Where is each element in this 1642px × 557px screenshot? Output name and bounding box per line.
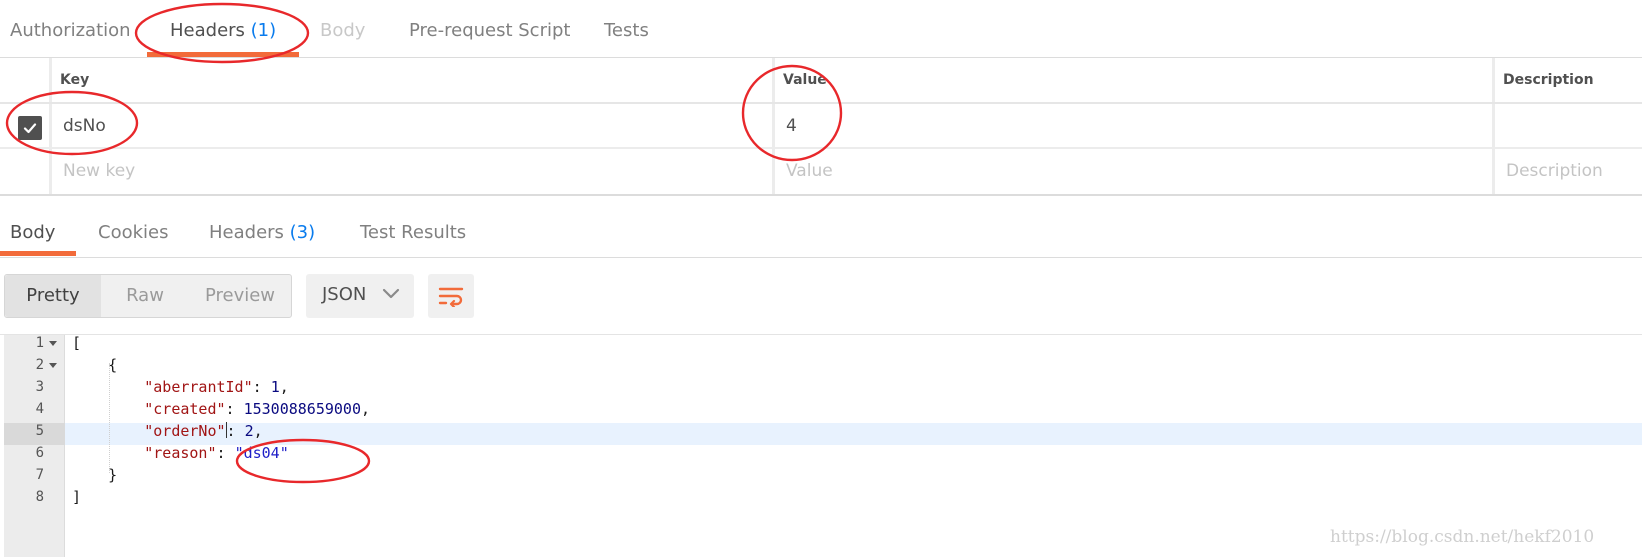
format-select[interactable]: JSON bbox=[306, 274, 414, 318]
tab-label: Cookies bbox=[98, 222, 169, 243]
tab-tests[interactable]: Tests bbox=[604, 20, 649, 41]
code-line: 3 "aberrantId": 1, bbox=[0, 376, 1642, 398]
line-number: 5 bbox=[35, 423, 44, 439]
column-header-key: Key bbox=[60, 72, 90, 88]
json-value: 1530088659000 bbox=[243, 400, 361, 418]
tab-count: (3) bbox=[289, 222, 316, 243]
line-number: 6 bbox=[35, 445, 44, 461]
json-value: 2 bbox=[244, 422, 254, 440]
tab-response-body[interactable]: Body bbox=[10, 222, 55, 243]
tab-label: Tests bbox=[604, 20, 649, 41]
checkmark-icon bbox=[23, 123, 37, 134]
tab-label: Test Results bbox=[360, 222, 467, 243]
table-row: dsNo 4 bbox=[0, 104, 1642, 149]
code-line: 6 "reason": "ds04" bbox=[0, 442, 1642, 464]
tab-headers[interactable]: Headers (1) bbox=[170, 20, 276, 41]
column-divider bbox=[772, 104, 775, 147]
tab-cookies[interactable]: Cookies bbox=[98, 222, 168, 243]
column-header-value: Value bbox=[783, 72, 827, 88]
active-tab-indicator bbox=[147, 52, 299, 57]
new-description-input[interactable]: Description bbox=[1506, 161, 1603, 181]
wrap-lines-button[interactable] bbox=[428, 274, 474, 318]
json-key: "reason" bbox=[144, 444, 217, 462]
column-divider bbox=[49, 104, 52, 147]
tab-label: Pre-request Script bbox=[409, 20, 571, 41]
wrap-lines-icon bbox=[438, 287, 464, 307]
line-number: 8 bbox=[35, 489, 44, 505]
line-number: 2 bbox=[35, 357, 44, 373]
watermark: https://blog.csdn.net/hekf2010 bbox=[1330, 527, 1595, 547]
tab-label: Authorization bbox=[10, 20, 131, 41]
code-line: 4 "created": 1530088659000, bbox=[0, 398, 1642, 420]
new-header-row: New key Value Description bbox=[0, 149, 1642, 194]
line-number: 7 bbox=[35, 467, 44, 483]
request-tabs: Authorization Headers (1) Body Pre-reque… bbox=[0, 0, 1642, 58]
code-line: 7 } bbox=[0, 464, 1642, 486]
column-divider bbox=[772, 149, 775, 194]
table-header-row: Key Value Description bbox=[0, 58, 1642, 104]
tab-label: Body bbox=[320, 20, 366, 41]
tab-label: Headers bbox=[209, 222, 284, 243]
preview-button[interactable]: Preview bbox=[189, 275, 291, 317]
line-number: 3 bbox=[35, 379, 44, 395]
json-value: "ds04" bbox=[234, 444, 289, 462]
header-key-cell[interactable]: dsNo bbox=[63, 116, 106, 136]
active-tab-indicator bbox=[0, 251, 76, 256]
tab-body[interactable]: Body bbox=[320, 20, 365, 41]
pretty-button[interactable]: Pretty bbox=[5, 275, 101, 317]
tab-test-results[interactable]: Test Results bbox=[360, 222, 466, 243]
column-divider bbox=[49, 149, 52, 194]
raw-button[interactable]: Raw bbox=[101, 275, 189, 317]
column-divider bbox=[772, 58, 775, 102]
column-divider bbox=[1492, 58, 1495, 102]
view-mode-toggle: Pretty Raw Preview bbox=[4, 274, 292, 318]
code-line: 2 { bbox=[0, 354, 1642, 376]
fold-arrow-icon[interactable] bbox=[49, 363, 57, 368]
column-divider bbox=[1492, 104, 1495, 147]
tab-response-headers[interactable]: Headers (3) bbox=[209, 222, 315, 243]
column-divider bbox=[49, 58, 52, 102]
tab-authorization[interactable]: Authorization bbox=[10, 20, 131, 41]
response-tabs: Body Cookies Headers (3) Test Results bbox=[0, 196, 1642, 258]
json-key: "aberrantId" bbox=[144, 378, 253, 396]
code-token: [ bbox=[72, 334, 82, 352]
new-key-input[interactable]: New key bbox=[63, 161, 135, 181]
json-value: 1 bbox=[270, 378, 280, 396]
fold-arrow-icon[interactable] bbox=[49, 341, 57, 346]
tab-pre-request-script[interactable]: Pre-request Script bbox=[409, 20, 570, 41]
response-body-editor[interactable]: 1 [ 2 { 3 "aberrantId": 1, 4 "created": … bbox=[0, 334, 1642, 557]
column-divider bbox=[1492, 149, 1495, 194]
json-key: "orderNo" bbox=[144, 422, 226, 440]
code-line: 5 "orderNo": 2, bbox=[0, 420, 1642, 442]
tab-label: Body bbox=[10, 222, 56, 243]
code-token: ] bbox=[72, 488, 82, 506]
line-number: 4 bbox=[35, 401, 44, 417]
code-token: { bbox=[108, 356, 118, 374]
code-token: } bbox=[108, 466, 118, 484]
headers-table: Key Value Description dsNo 4 New key Val… bbox=[0, 58, 1642, 196]
new-value-input[interactable]: Value bbox=[786, 161, 833, 181]
tab-count: (1) bbox=[250, 20, 277, 41]
chevron-down-icon bbox=[382, 288, 400, 299]
line-number: 1 bbox=[35, 335, 44, 351]
header-enabled-checkbox[interactable] bbox=[18, 116, 42, 140]
code-line: 1 [ bbox=[0, 332, 1642, 354]
json-key: "created" bbox=[144, 400, 226, 418]
code-line: 8 ] bbox=[0, 486, 1642, 508]
header-value-cell[interactable]: 4 bbox=[786, 116, 797, 136]
column-header-description: Description bbox=[1503, 72, 1594, 88]
tab-label: Headers bbox=[170, 20, 245, 41]
format-label: JSON bbox=[322, 284, 367, 305]
